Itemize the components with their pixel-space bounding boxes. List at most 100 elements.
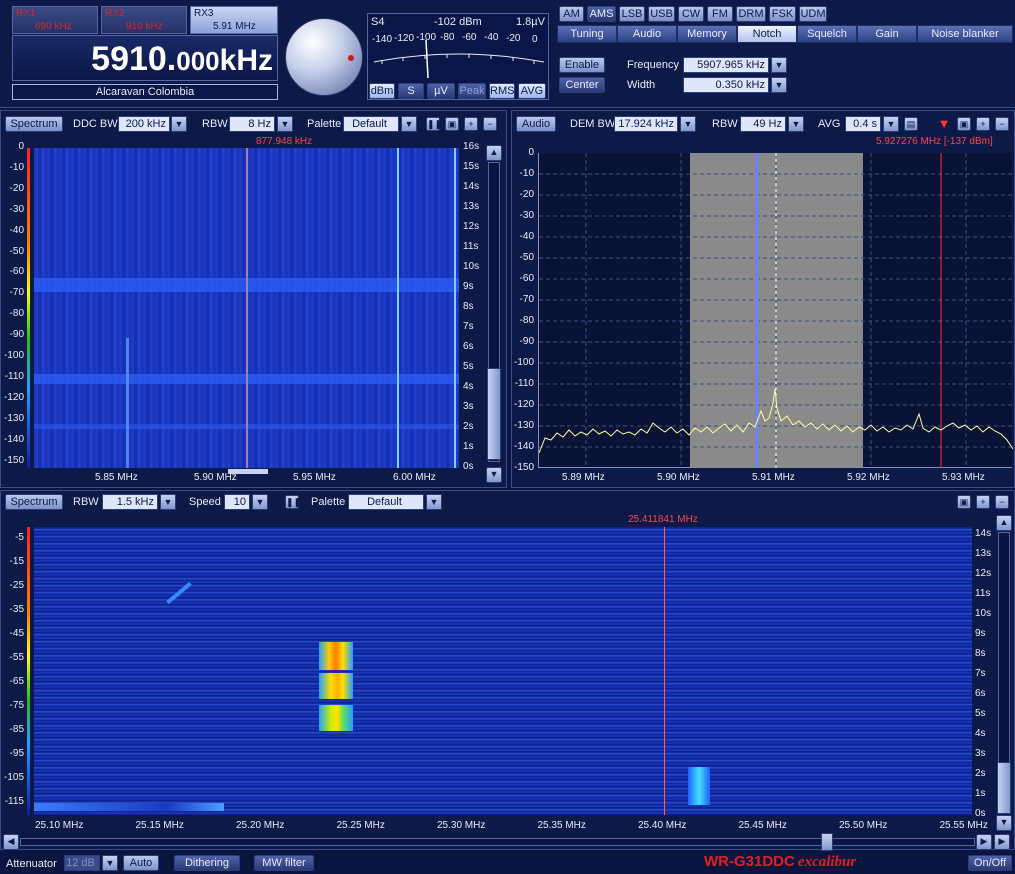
tab-memory[interactable]: Memory	[677, 25, 737, 43]
left-spectrum-button[interactable]: Spectrum	[5, 116, 63, 132]
pause-icon[interactable]: ❚❚	[426, 117, 442, 131]
waterfall-line	[126, 338, 129, 468]
left-y-tick: -150	[3, 454, 24, 466]
bottom-x-tick: 25.15 MHz	[135, 820, 184, 831]
rx3-tab[interactable]: RX3 5.91 MHz	[190, 6, 278, 34]
audio-rbw-dropdown[interactable]: ▼	[788, 116, 804, 132]
meter-tick: -100	[416, 32, 437, 43]
dem-bw-select[interactable]: 17.924 kHz	[614, 116, 678, 132]
h-scroll-left[interactable]: ◀	[3, 834, 19, 850]
meter-peak-button[interactable]: Peak	[458, 83, 486, 99]
h-scroll-right[interactable]: ▶	[976, 834, 992, 850]
zoom-in-icon[interactable]: +	[464, 117, 478, 131]
bottom-rbw-dropdown[interactable]: ▼	[160, 494, 176, 510]
tab-audio[interactable]: Audio	[617, 25, 677, 43]
auto-button[interactable]: Auto	[123, 855, 159, 871]
audio-y-tick: -120	[513, 399, 534, 410]
left-scroll-down[interactable]: ▼	[486, 467, 502, 483]
left-y-tick: -90	[9, 329, 24, 341]
dem-bw-label: DEM BW	[570, 118, 616, 130]
tab-tuning[interactable]: Tuning	[557, 25, 617, 43]
avg-dropdown[interactable]: ▼	[883, 116, 899, 132]
tab-noise-blanker[interactable]: Noise blanker	[917, 25, 1013, 43]
mw-filter-button[interactable]: MW filter	[254, 855, 314, 871]
mode-fm[interactable]: FM	[707, 6, 733, 22]
bottom-zoom-out-icon[interactable]: −	[995, 495, 1009, 509]
bottom-time-tick: 5s	[975, 708, 986, 719]
mode-fsk[interactable]: FSK	[769, 6, 796, 22]
speed-select[interactable]: 10	[224, 494, 250, 510]
left-rbw-select[interactable]: 8 Hz	[229, 116, 275, 132]
mode-drm[interactable]: DRM	[736, 6, 766, 22]
attenuator-dropdown[interactable]: ▼	[102, 855, 118, 871]
left-color-bar	[27, 148, 30, 468]
left-x-tick: 5.85 MHz	[95, 472, 138, 483]
frequency-display[interactable]: 5910.000kHz	[12, 35, 278, 81]
audio-y-tick: -30	[519, 210, 534, 221]
left-scroll-up[interactable]: ▲	[486, 145, 502, 161]
bottom-save-icon[interactable]: ▣	[957, 495, 971, 509]
bottom-zoom-in-icon[interactable]: +	[976, 495, 990, 509]
bottom-palette-select[interactable]: Default	[348, 494, 424, 510]
audio-zoom-in-icon[interactable]: +	[976, 117, 990, 131]
left-rbw-dropdown[interactable]: ▼	[277, 116, 293, 132]
attenuator-select[interactable]: 12 dB	[64, 855, 100, 871]
left-scroll-handle[interactable]	[487, 368, 501, 460]
mode-usb[interactable]: USB	[648, 6, 675, 22]
bottom-scroll-up[interactable]: ▲	[996, 515, 1012, 531]
bottom-scroll-handle[interactable]	[997, 762, 1011, 814]
dem-bw-dropdown[interactable]: ▼	[680, 116, 696, 132]
notch-frequency-value[interactable]: 5907.965 kHz	[683, 57, 769, 73]
tuning-knob[interactable]	[285, 18, 363, 96]
notch-frequency-spinner[interactable]: ▼	[771, 57, 787, 73]
waterfall-line	[397, 148, 399, 468]
h-scroll-end[interactable]: ▶	[994, 834, 1010, 850]
bottom-spectrum-button[interactable]: Spectrum	[5, 494, 63, 510]
zoom-out-icon[interactable]: −	[483, 117, 497, 131]
audio-plot	[538, 153, 1013, 468]
lock-icon[interactable]: ▤	[904, 117, 918, 131]
tab-squelch[interactable]: Squelch	[797, 25, 857, 43]
mode-ams[interactable]: AMS	[587, 6, 616, 22]
dithering-button[interactable]: Dithering	[174, 855, 240, 871]
knob-dot	[348, 55, 354, 61]
notch-width-spinner[interactable]: ▼	[771, 77, 787, 93]
rx2-tab[interactable]: RX2 910 kHz	[101, 6, 187, 34]
audio-rbw-select[interactable]: 49 Hz	[740, 116, 786, 132]
audio-button[interactable]: Audio	[516, 116, 556, 132]
ddc-bw-select[interactable]: 200 kHz	[118, 116, 170, 132]
tab-gain[interactable]: Gain	[857, 25, 917, 43]
audio-zoom-out-icon[interactable]: −	[995, 117, 1009, 131]
save-icon[interactable]: ▣	[445, 117, 459, 131]
bottom-palette-dropdown[interactable]: ▼	[426, 494, 442, 510]
frequency-unit: kHz	[219, 44, 273, 77]
left-palette-select[interactable]: Default	[343, 116, 399, 132]
mode-am[interactable]: AM	[559, 6, 584, 22]
speed-dropdown[interactable]: ▼	[252, 494, 268, 510]
meter-dbm-button[interactable]: dBm	[369, 83, 395, 99]
power-button[interactable]: On/Off	[968, 855, 1012, 871]
mode-lsb[interactable]: LSB	[619, 6, 645, 22]
s-label: S4	[371, 16, 385, 28]
mode-cw[interactable]: CW	[678, 6, 704, 22]
notch-width-value[interactable]: 0.350 kHz	[683, 77, 769, 93]
bottom-pause-icon[interactable]: ❚❚	[285, 495, 301, 509]
avg-select[interactable]: 0.4 s	[845, 116, 881, 132]
ddc-bw-dropdown[interactable]: ▼	[171, 116, 187, 132]
meter-uv-button[interactable]: µV	[427, 83, 455, 99]
mode-udm[interactable]: UDM	[799, 6, 827, 22]
meter-rms-button[interactable]: RMS	[489, 83, 515, 99]
notch-center-button[interactable]: Center	[559, 77, 605, 93]
meter-s-button[interactable]: S	[398, 83, 424, 99]
left-y-tick: -20	[9, 182, 24, 194]
rx1-tab[interactable]: RX1 690 kHz	[12, 6, 98, 34]
left-palette-dropdown[interactable]: ▼	[401, 116, 417, 132]
marker-icon[interactable]: ▼	[937, 117, 951, 131]
bottom-rbw-select[interactable]: 1.5 kHz	[102, 494, 158, 510]
audio-save-icon[interactable]: ▣	[957, 117, 971, 131]
meter-avg-button[interactable]: AVG	[518, 83, 546, 99]
h-scroll-handle[interactable]	[821, 833, 833, 851]
tab-notch[interactable]: Notch	[737, 25, 797, 43]
notch-enable-button[interactable]: Enable	[559, 57, 605, 73]
bottom-scroll-down[interactable]: ▼	[996, 815, 1012, 831]
